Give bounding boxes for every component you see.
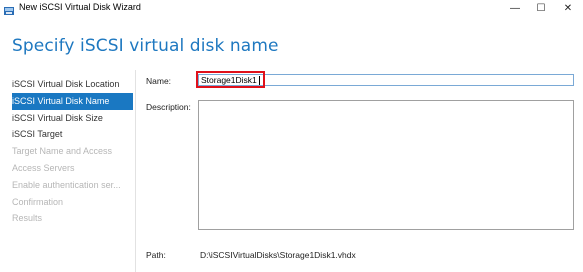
app-icon [4,3,14,15]
wizard-step-item[interactable]: iSCSI Virtual Disk Location [12,76,133,93]
minimize-button[interactable]: — [502,0,528,17]
window-title: New iSCSI Virtual Disk Wizard [19,2,141,12]
minimize-icon: — [510,3,520,14]
close-button[interactable]: ✕ [555,0,581,17]
wizard-step-item[interactable]: iSCSI Virtual Disk Name [12,92,133,110]
path-value: D:\iSCSIVirtualDisks\Storage1Disk1.vhdx [200,250,356,260]
wizard-step-item: Enable authentication ser... [12,179,121,190]
description-label: Description: [146,102,191,112]
nav-divider [135,70,136,272]
path-label: Path: [146,250,166,260]
maximize-icon: ☐ [536,3,546,14]
wizard-step-item[interactable]: iSCSI Virtual Disk Size [12,110,133,127]
description-textarea[interactable] [198,100,574,230]
wizard-step-item: Results [12,213,43,224]
wizard-step-item: Access Servers [12,162,75,173]
name-label: Name: [146,76,172,86]
wizard-steps: iSCSI Virtual Disk Location iSCSI Virtual… [12,76,133,227]
wizard-step-item: Confirmation [12,196,64,207]
wizard-step-item: Target Name and Access [12,146,113,157]
maximize-button[interactable]: ☐ [528,0,554,17]
close-icon: ✕ [563,3,573,14]
page-title: Specify iSCSI virtual disk name [12,36,279,56]
annotation-highlight-box [196,71,265,88]
wizard-step-item[interactable]: iSCSI Target [12,126,133,143]
title-bar: New iSCSI Virtual Disk Wizard — ☐ ✕ [0,0,583,17]
